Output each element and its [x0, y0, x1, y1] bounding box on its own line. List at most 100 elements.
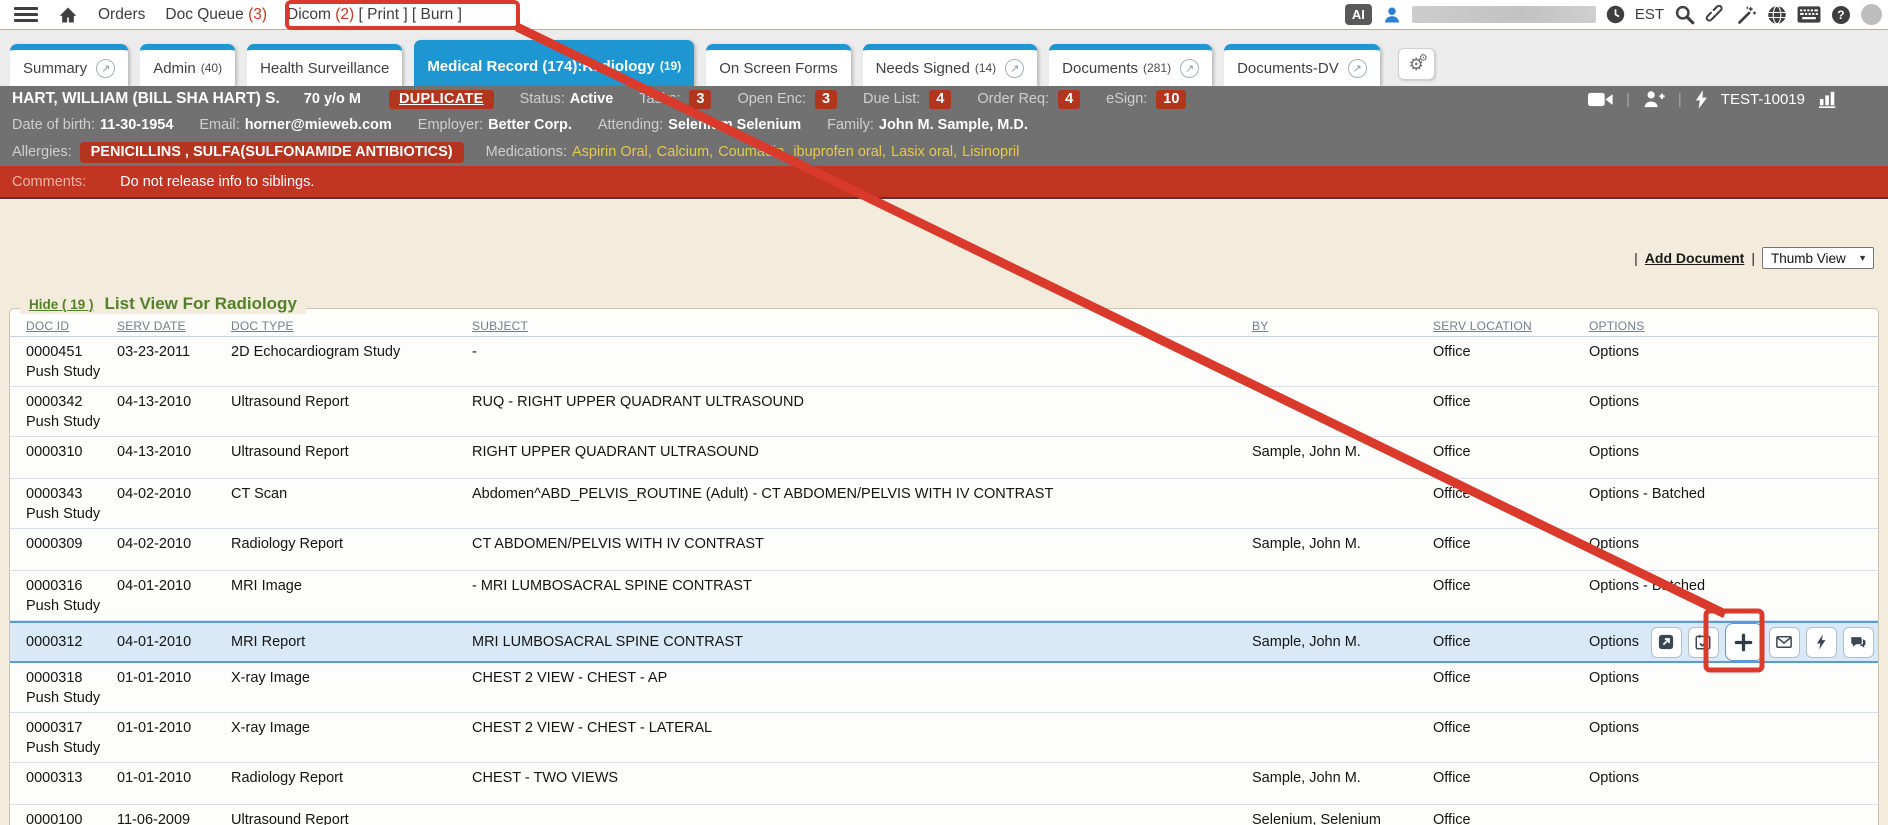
email-button[interactable] [1769, 627, 1800, 658]
avatar[interactable] [1861, 4, 1882, 25]
doc-sub-label[interactable]: Push Study [26, 690, 117, 706]
tab-summary[interactable]: Summary↗ [10, 44, 128, 86]
comment-button[interactable] [1843, 627, 1874, 658]
column-header-serv-location[interactable]: SERV LOCATION [1433, 319, 1577, 333]
clock-icon[interactable] [1606, 5, 1625, 24]
tab-admin[interactable]: Admin(40) [140, 44, 235, 86]
add-document-link[interactable]: Add Document [1645, 250, 1745, 266]
medication-link-lisinopril[interactable]: Lisinopril [962, 144, 1019, 160]
doc-sub-label[interactable]: Push Study [26, 598, 117, 614]
doc-id[interactable]: 0000318 [26, 670, 117, 686]
doc-id[interactable]: 0000342 [26, 394, 117, 410]
column-header-options[interactable]: OPTIONS [1577, 319, 1878, 333]
external-link-icon[interactable]: ↗ [1348, 59, 1367, 78]
thumb-view-select[interactable]: Thumb View ▼ [1762, 247, 1874, 269]
doc-sub-label[interactable]: Push Study [26, 414, 117, 430]
tab-documents-dv[interactable]: Documents-DV↗ [1224, 44, 1380, 86]
options-link[interactable]: Options [1589, 770, 1639, 786]
home-icon[interactable] [58, 5, 78, 25]
nav-item-orders[interactable]: Orders [98, 6, 145, 24]
subject-cell: RUQ - RIGHT UPPER QUADRANT ULTRASOUND [472, 394, 1252, 410]
doc-id[interactable]: 0000309 [26, 536, 117, 552]
column-header-serv-date[interactable]: SERV DATE [117, 319, 231, 333]
counter-badge-order-req[interactable]: 4 [1058, 90, 1080, 109]
column-header-doc-id[interactable]: DOC ID [10, 319, 117, 333]
wand-icon[interactable] [1737, 5, 1757, 25]
doc-id[interactable]: 0000451 [26, 344, 117, 360]
table-row-0000318[interactable]: 0000318Push Study01-01-2010X-ray ImageCH… [10, 663, 1878, 713]
tab-settings-gear-button[interactable]: ⚙ ⚙ [1398, 48, 1435, 80]
options-link[interactable]: Options [1589, 444, 1639, 460]
doc-id[interactable]: 0000310 [26, 444, 117, 460]
globe-icon[interactable] [1767, 5, 1787, 25]
table-row-0000313[interactable]: 000031301-01-2010Radiology ReportCHEST -… [10, 763, 1878, 805]
external-link-icon[interactable]: ↗ [96, 59, 115, 78]
fax-button[interactable] [1806, 627, 1837, 658]
options-link[interactable]: Options - Batched [1589, 578, 1705, 594]
counter-badge-esign[interactable]: 10 [1156, 90, 1186, 109]
options-link[interactable]: Options [1589, 344, 1639, 360]
doc-sub-label[interactable]: Push Study [26, 506, 117, 522]
nav-item-dicom[interactable]: Dicom (2) [ Print ] [ Burn ] [287, 6, 462, 24]
table-row-0000312[interactable]: 000031204-01-2010MRI ReportMRI LUMBOSACR… [10, 621, 1878, 663]
options-link[interactable]: Options [1589, 670, 1639, 686]
options-link[interactable]: Options [1589, 536, 1639, 552]
medication-link-aspirin-oral[interactable]: Aspirin Oral [572, 144, 648, 160]
schedule-button[interactable] [1688, 627, 1719, 658]
options-link[interactable]: Options [1589, 394, 1639, 410]
counter-badge-due-list[interactable]: 4 [929, 90, 951, 109]
tab-on-screen-forms[interactable]: On Screen Forms [706, 44, 850, 86]
video-camera-icon[interactable] [1588, 92, 1613, 107]
doc-id[interactable]: 0000100 [26, 812, 117, 825]
doc-id[interactable]: 0000313 [26, 770, 117, 786]
help-icon[interactable]: ? [1831, 5, 1851, 25]
counter-badge-open-enc[interactable]: 3 [815, 90, 837, 109]
doc-sub-label[interactable]: Push Study [26, 364, 117, 380]
doc-sub-label[interactable]: Push Study [26, 740, 117, 756]
allergies-value[interactable]: PENICILLINS , SULFA(SULFONAMIDE ANTIBIOT… [80, 142, 464, 163]
column-header-subject[interactable]: SUBJECT [472, 319, 1252, 333]
tab-needs-signed[interactable]: Needs Signed(14)↗ [863, 44, 1038, 86]
add-person-icon[interactable] [1643, 90, 1665, 108]
options-link[interactable]: Options [1589, 720, 1639, 736]
open-document-button[interactable] [1651, 627, 1682, 658]
medication-link-ibuprofen-oral[interactable]: ibuprofen oral [793, 144, 882, 160]
medication-link-lasix-oral[interactable]: Lasix oral [891, 144, 953, 160]
doc-id[interactable]: 0000312 [26, 634, 117, 650]
search-icon[interactable] [1674, 4, 1695, 25]
ai-badge[interactable]: AI [1345, 4, 1372, 25]
external-link-icon[interactable]: ↗ [1005, 59, 1024, 78]
tab-medical-record-174-radiology[interactable]: Medical Record (174):Radiology(19) [414, 40, 694, 86]
menu-icon[interactable] [14, 7, 38, 23]
hide-list-link[interactable]: Hide ( 19 ) [29, 297, 94, 312]
link-icon[interactable] [1705, 5, 1727, 25]
external-link-icon[interactable]: ↗ [1180, 59, 1199, 78]
nav-item-doc-queue[interactable]: Doc Queue (3) [165, 6, 267, 24]
doc-id[interactable]: 0000343 [26, 486, 117, 502]
column-header-doc-type[interactable]: DOC TYPE [231, 319, 472, 333]
keyboard-icon[interactable] [1797, 6, 1821, 23]
tab-documents[interactable]: Documents(281)↗ [1049, 44, 1212, 86]
medication-link-calcium[interactable]: Calcium [657, 144, 709, 160]
table-row-0000100[interactable]: 000010011-06-2009Ultrasound ReportSeleni… [10, 805, 1878, 825]
table-row-0000342[interactable]: 0000342Push Study04-13-2010Ultrasound Re… [10, 387, 1878, 437]
counter-badge-tasks[interactable]: 3 [689, 90, 711, 109]
tab-health-surveillance[interactable]: Health Surveillance [247, 44, 402, 86]
serv-location-cell: Office [1433, 444, 1577, 460]
lightning-icon[interactable] [1695, 90, 1708, 109]
duplicate-flag-badge[interactable]: DUPLICATE [389, 90, 494, 109]
doc-id[interactable]: 0000317 [26, 720, 117, 736]
table-row-0000317[interactable]: 0000317Push Study01-01-2010X-ray ImageCH… [10, 713, 1878, 763]
add-button[interactable] [1725, 623, 1763, 661]
flowsheet-chart-icon[interactable] [1818, 90, 1838, 108]
table-row-0000343[interactable]: 0000343Push Study04-02-2010CT ScanAbdome… [10, 479, 1878, 529]
medication-link-coumadin[interactable]: Coumadin [718, 144, 784, 160]
table-row-0000310[interactable]: 000031004-13-2010Ultrasound ReportRIGHT … [10, 437, 1878, 479]
options-link[interactable]: Options - Batched [1589, 486, 1705, 502]
table-row-0000451[interactable]: 0000451Push Study03-23-20112D Echocardio… [10, 337, 1878, 387]
table-row-0000309[interactable]: 000030904-02-2010Radiology ReportCT ABDO… [10, 529, 1878, 571]
doc-id[interactable]: 0000316 [26, 578, 117, 594]
table-row-0000316[interactable]: 0000316Push Study04-01-2010MRI Image- MR… [10, 571, 1878, 621]
options-link[interactable]: Options [1589, 634, 1639, 650]
column-header-by[interactable]: BY [1252, 319, 1433, 333]
